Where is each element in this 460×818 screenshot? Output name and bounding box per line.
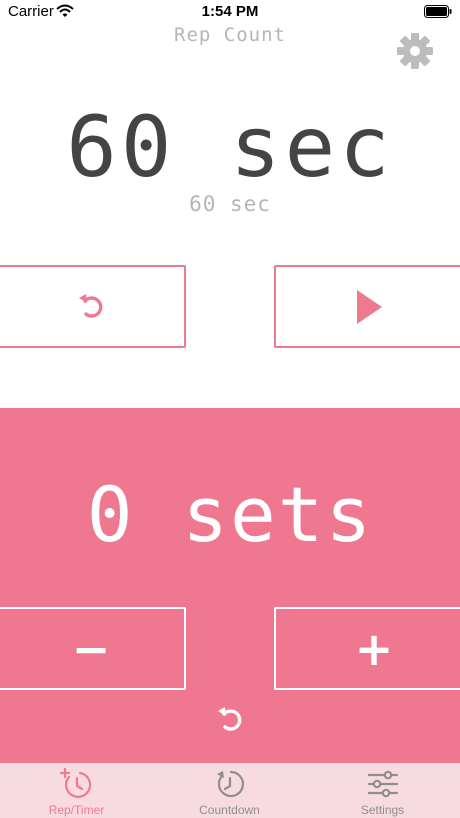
play-timer-button[interactable] [274, 265, 460, 348]
battery-icon [424, 5, 452, 18]
reset-sets-button[interactable] [212, 702, 248, 738]
countdown-icon [216, 770, 244, 798]
minus-label: − [71, 621, 111, 676]
tab-bar: Rep/Timer Countdown Settings [0, 763, 460, 818]
tab-label: Countdown [199, 803, 260, 817]
play-icon [357, 289, 382, 324]
increment-sets-button[interactable]: + [274, 607, 460, 690]
reset-timer-button[interactable] [0, 265, 186, 348]
decrement-sets-button[interactable]: − [0, 607, 186, 690]
tab-settings[interactable]: Settings [306, 763, 459, 818]
sliders-icon [367, 770, 398, 798]
timer-subtitle: 60 sec [189, 192, 271, 216]
tab-label: Settings [360, 803, 405, 817]
rep-timer-icon [59, 767, 91, 798]
reset-icon [218, 707, 242, 731]
timer-display: 60 sec [66, 98, 394, 196]
tab-rep-timer[interactable]: Rep/Timer [0, 763, 153, 818]
page-title: Rep Count [174, 24, 286, 46]
reset-icon [79, 293, 103, 318]
tab-countdown[interactable]: Countdown [153, 763, 306, 818]
settings-button[interactable] [394, 30, 436, 72]
gear-icon [397, 33, 433, 69]
sets-display: 0 sets [86, 470, 374, 559]
plus-label: + [354, 621, 394, 676]
status-bar: Carrier 1:54 PM [0, 0, 460, 24]
sets-panel: 0 sets − + [0, 408, 460, 763]
tab-label: Rep/Timer [48, 803, 105, 817]
status-time: 1:54 PM [201, 3, 259, 20]
